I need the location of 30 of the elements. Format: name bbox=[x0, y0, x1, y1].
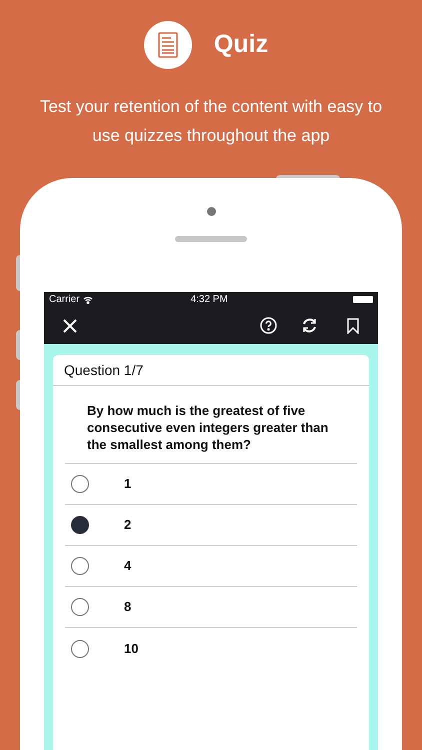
quiz-icon bbox=[144, 21, 192, 69]
question-number: Question 1/7 bbox=[64, 360, 144, 380]
close-button[interactable] bbox=[62, 318, 78, 334]
refresh-button[interactable] bbox=[301, 317, 318, 334]
option-label: 4 bbox=[124, 557, 132, 576]
option-label: 8 bbox=[124, 598, 132, 616]
battery-icon bbox=[353, 296, 373, 303]
status-time: 4:32 PM bbox=[190, 293, 228, 307]
answer-option[interactable]: 1 bbox=[65, 464, 357, 505]
camera-icon bbox=[206, 207, 216, 216]
option-label: 10 bbox=[124, 640, 138, 658]
question-text: By how much is the greatest of five consecutive even integers greater than the smallest among them? bbox=[65, 386, 357, 464]
radio-button[interactable] bbox=[71, 516, 89, 534]
radio-button[interactable] bbox=[71, 598, 89, 616]
radio-button[interactable] bbox=[71, 475, 89, 493]
option-label: 1 bbox=[124, 475, 132, 494]
radio-button[interactable] bbox=[71, 640, 89, 658]
help-button[interactable] bbox=[260, 317, 277, 334]
feature-description: Test your retention of the content with easy to use quizzes throughout the app bbox=[38, 96, 384, 147]
feature-title: Quiz bbox=[214, 29, 268, 60]
carrier-label: Carrier bbox=[49, 293, 80, 307]
bookmark-button[interactable] bbox=[346, 318, 360, 334]
option-label: 2 bbox=[124, 516, 132, 534]
answer-option[interactable]: 2 bbox=[65, 505, 357, 546]
speaker-grille bbox=[175, 236, 247, 242]
answer-option[interactable]: 4 bbox=[65, 546, 357, 587]
answer-option[interactable]: 8 bbox=[65, 587, 357, 628]
answer-option[interactable]: 10 bbox=[65, 628, 357, 669]
radio-button[interactable] bbox=[71, 557, 89, 575]
wifi-icon bbox=[82, 296, 93, 304]
